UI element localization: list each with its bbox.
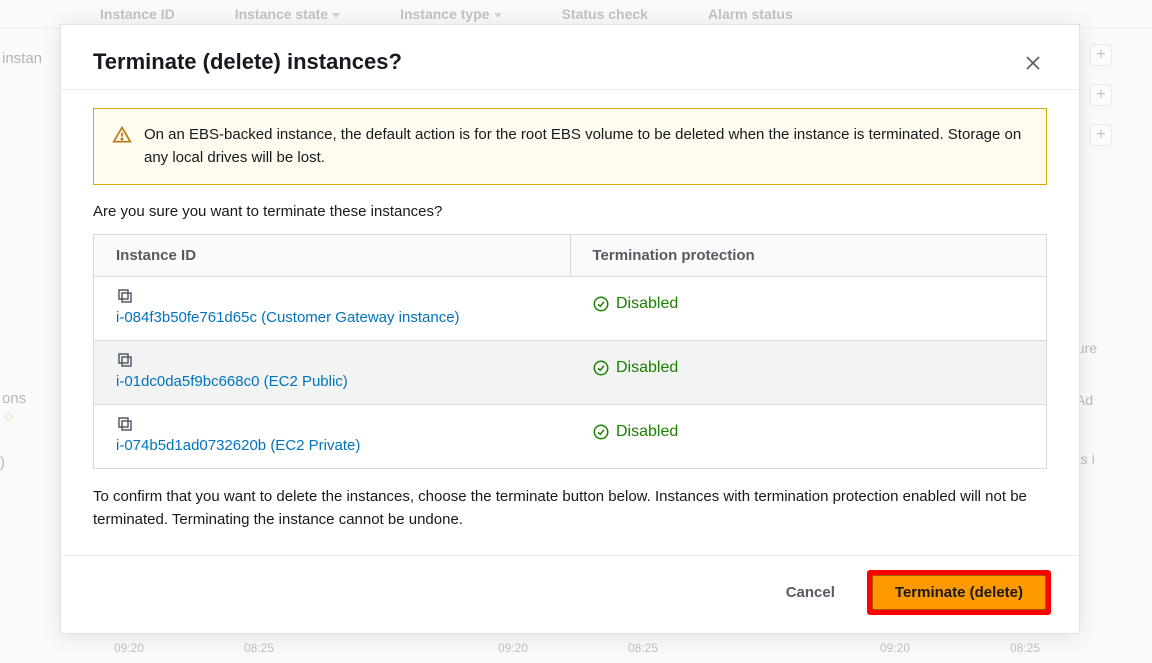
instance-id-link[interactable]: i-074b5d1ad0732620b (EC2 Private) [116,437,360,454]
bg-col-alarm-status: Alarm status [708,6,793,22]
table-row: i-084f3b50fe761d65c (Customer Gateway in… [94,276,1047,340]
terminate-instances-dialog: Terminate (delete) instances? On an EBS-… [60,24,1080,634]
confirm-prompt: Are you sure you want to terminate these… [93,203,1047,220]
close-button[interactable] [1019,49,1047,77]
bg-add-alarm-plus-icon: + [1090,84,1112,106]
instance-id-link[interactable]: i-01dc0da5f9bc668c0 (EC2 Public) [116,373,348,390]
check-circle-icon [592,359,610,377]
terminate-button[interactable]: Terminate (delete) [872,575,1046,610]
warning-text: On an EBS-backed instance, the default a… [144,123,1028,170]
dialog-body: On an EBS-backed instance, the default a… [61,89,1079,555]
col-instance-id: Instance ID [94,234,571,276]
copy-icon[interactable] [116,351,134,369]
col-termination-protection: Termination protection [570,234,1047,276]
dialog-footer: Cancel Terminate (delete) [61,555,1079,633]
table-row: i-074b5d1ad0732620b (EC2 Private) Disabl… [94,404,1047,468]
terminate-button-highlight: Terminate (delete) [867,570,1051,615]
copy-icon[interactable] [116,415,134,433]
bg-col-instance-state: Instance state [235,6,340,22]
close-icon [1025,55,1041,71]
status-text: Disabled [616,359,678,377]
warning-icon [112,125,132,145]
bg-add-alarm-plus-icon: + [1090,124,1112,146]
termination-protection-status: Disabled [592,359,678,377]
status-text: Disabled [616,295,678,313]
bg-col-status-check: Status check [562,6,648,22]
instances-table: Instance ID Termination protection i-084… [93,234,1047,469]
warning-banner: On an EBS-backed instance, the default a… [93,108,1047,185]
status-text: Disabled [616,423,678,441]
instance-id-link[interactable]: i-084f3b50fe761d65c (Customer Gateway in… [116,309,460,326]
bg-col-instance-type: Instance type [400,6,501,22]
dialog-header: Terminate (delete) instances? [61,25,1079,89]
termination-protection-status: Disabled [592,295,678,313]
cancel-button[interactable]: Cancel [766,576,855,609]
table-row: i-01dc0da5f9bc668c0 (EC2 Public) Disable… [94,340,1047,404]
bg-add-alarm-plus-icon: + [1090,44,1112,66]
confirm-note: To confirm that you want to delete the i… [93,485,1047,532]
copy-icon[interactable] [116,287,134,305]
bg-col-instance-id: Instance ID [100,6,175,22]
termination-protection-status: Disabled [592,423,678,441]
check-circle-icon [592,423,610,441]
check-circle-icon [592,295,610,313]
dialog-title: Terminate (delete) instances? [93,49,402,75]
